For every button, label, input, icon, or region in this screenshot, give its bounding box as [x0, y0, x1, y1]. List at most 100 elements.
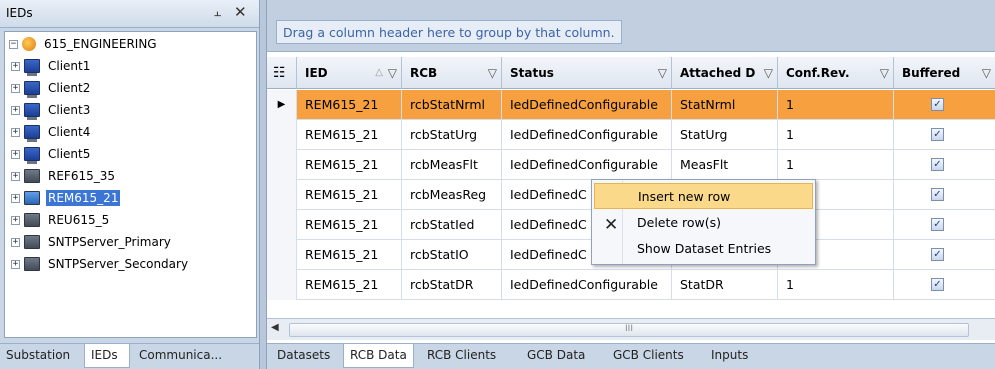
cell-rcb[interactable]: rcbStatNrml [402, 90, 502, 120]
cell-rcb[interactable]: rcbStatDR [402, 270, 502, 300]
cell-rcb[interactable]: rcbMeasReg [402, 180, 502, 210]
column-header-buffered[interactable]: Buffered ▽ [894, 57, 995, 89]
filter-icon[interactable]: ▽ [658, 57, 667, 89]
expand-icon[interactable]: + [11, 83, 20, 93]
tab-communication[interactable]: Communica... [133, 344, 253, 368]
cell-attached[interactable]: StatUrg [672, 120, 778, 150]
buffered-checkbox[interactable]: ✓ [931, 218, 944, 231]
tab-rcb-clients[interactable]: RCB Clients [421, 344, 502, 368]
table-row[interactable]: REM615_21 rcbStatUrg IedDefinedConfigurabl… [267, 120, 995, 150]
cell-conf[interactable]: 1 [778, 120, 894, 150]
column-header-rcb[interactable]: RCB ▽ [402, 57, 502, 89]
tree-item-reu615_5[interactable]: + REU615_5 [11, 210, 111, 230]
cell-rcb[interactable]: rcbStatIO [402, 240, 502, 270]
pin-icon[interactable]: ⫠ [214, 5, 221, 20]
tree-item-sntpserver_primary[interactable]: + SNTPServer_Primary [11, 232, 173, 252]
row-indicator[interactable] [267, 180, 297, 210]
tab-substation[interactable]: Substation [0, 344, 82, 368]
scrollbar-thumb[interactable]: III [289, 323, 969, 337]
cell-attached[interactable]: StatDR [672, 270, 778, 300]
filter-icon[interactable]: ▽ [982, 57, 991, 89]
tab-datasets[interactable]: Datasets [271, 344, 336, 368]
filter-icon[interactable]: ▽ [880, 57, 889, 89]
cell-ied[interactable]: REM615_21 [297, 120, 402, 150]
buffered-checkbox[interactable]: ✓ [931, 188, 944, 201]
expand-icon[interactable]: + [11, 61, 20, 71]
expand-icon[interactable]: + [11, 193, 20, 203]
cell-attached[interactable]: MeasFlt [672, 150, 778, 180]
tab-gcb-data[interactable]: GCB Data [521, 344, 591, 368]
column-header-conf-rev[interactable]: Conf.Rev. ▽ [778, 57, 894, 89]
collapse-icon[interactable]: − [9, 39, 18, 49]
buffered-checkbox[interactable]: ✓ [931, 98, 944, 111]
tree-item-client3[interactable]: + Client3 [11, 100, 92, 120]
tree-item-sntpserver_secondary[interactable]: + SNTPServer_Secondary [11, 254, 190, 274]
cell-status[interactable]: IedDefinedConfigurable [502, 90, 672, 120]
expand-icon[interactable]: + [11, 215, 20, 225]
cell-ied[interactable]: REM615_21 [297, 180, 402, 210]
tab-rcb-data[interactable]: RCB Data [343, 344, 414, 368]
cell-buffered: ✓ [894, 270, 995, 300]
expand-icon[interactable]: + [11, 237, 20, 247]
row-indicator[interactable] [267, 150, 297, 180]
cell-ied[interactable]: REM615_21 [297, 270, 402, 300]
filter-icon[interactable]: ▽ [388, 57, 397, 89]
cell-ied[interactable]: REM615_21 [297, 90, 402, 120]
tree-item-rem615_21[interactable]: + REM615_21 [11, 188, 121, 208]
scroll-left-icon[interactable]: ◀ [271, 322, 279, 333]
row-indicator[interactable] [267, 270, 297, 300]
column-header-status[interactable]: Status ▽ [502, 57, 672, 89]
cell-ied[interactable]: REM615_21 [297, 240, 402, 270]
cell-status[interactable]: IedDefinedConfigurable [502, 120, 672, 150]
tab-ieds[interactable]: IEDs [84, 344, 130, 368]
tree-item-ref615_35[interactable]: + REF615_35 [11, 166, 117, 186]
horizontal-scrollbar[interactable]: ◀ III [267, 318, 995, 340]
table-row[interactable]: REM615_21 rcbMeasFlt IedDefinedConfigurabl… [267, 150, 995, 180]
cell-ied[interactable]: REM615_21 [297, 150, 402, 180]
menu-item-insert-new-row[interactable]: Insert new row [594, 183, 813, 209]
tree-item-client4[interactable]: + Client4 [11, 122, 92, 142]
expand-icon[interactable]: + [11, 149, 20, 159]
menu-item-delete-rows[interactable]: Delete row(s) [594, 210, 813, 236]
tree-item-client2[interactable]: + Client2 [11, 78, 92, 98]
row-indicator[interactable] [267, 120, 297, 150]
panel-splitter[interactable] [259, 0, 267, 369]
expand-icon[interactable]: + [11, 127, 20, 137]
table-row[interactable]: ▶ REM615_21 rcbStatNrml IedDefinedConfigura… [267, 90, 995, 120]
cell-conf[interactable]: 1 [778, 90, 894, 120]
cell-attached[interactable]: StatNrml [672, 90, 778, 120]
tree-item-client5[interactable]: + Client5 [11, 144, 92, 164]
buffered-checkbox[interactable]: ✓ [931, 128, 944, 141]
expand-icon[interactable]: + [11, 259, 20, 269]
cell-rcb[interactable]: rcbStatUrg [402, 120, 502, 150]
tab-inputs[interactable]: Inputs [705, 344, 754, 368]
grid-header: ☷ IED △ ▽ RCB ▽ Status ▽ Attached D ▽ Conf.Re… [267, 57, 995, 89]
column-header-attached-dataset[interactable]: Attached D ▽ [672, 57, 778, 89]
filter-icon[interactable]: ▽ [488, 57, 497, 89]
row-indicator[interactable] [267, 210, 297, 240]
tree-item-client1[interactable]: + Client1 [11, 56, 92, 76]
tree-item-615_engineering[interactable]: − 615_ENGINEERING [9, 34, 159, 54]
cell-status[interactable]: IedDefinedConfigurable [502, 270, 672, 300]
table-row[interactable]: REM615_21 rcbStatDR IedDefinedConfigurable… [267, 270, 995, 300]
cell-conf[interactable]: 1 [778, 150, 894, 180]
buffered-checkbox[interactable]: ✓ [931, 278, 944, 291]
filter-icon[interactable]: ▽ [764, 57, 773, 89]
tab-gcb-clients[interactable]: GCB Clients [607, 344, 690, 368]
buffered-checkbox[interactable]: ✓ [931, 248, 944, 261]
row-indicator[interactable] [267, 240, 297, 270]
column-chooser-icon[interactable]: ☷ [267, 57, 297, 89]
cell-status[interactable]: IedDefinedConfigurable [502, 150, 672, 180]
cell-rcb[interactable]: rcbStatIed [402, 210, 502, 240]
row-indicator[interactable]: ▶ [267, 90, 297, 120]
expand-icon[interactable]: + [11, 171, 20, 181]
column-header-ied[interactable]: IED △ ▽ [297, 57, 402, 89]
close-icon[interactable]: ✕ [234, 3, 247, 21]
expand-icon[interactable]: + [11, 105, 20, 115]
cell-conf[interactable]: 1 [778, 270, 894, 300]
menu-item-show-dataset-entries[interactable]: Show Dataset Entries [594, 236, 813, 262]
cell-ied[interactable]: REM615_21 [297, 210, 402, 240]
cell-rcb[interactable]: rcbMeasFlt [402, 150, 502, 180]
buffered-checkbox[interactable]: ✓ [931, 158, 944, 171]
group-by-area[interactable]: Drag a column header here to group by th… [267, 0, 995, 52]
